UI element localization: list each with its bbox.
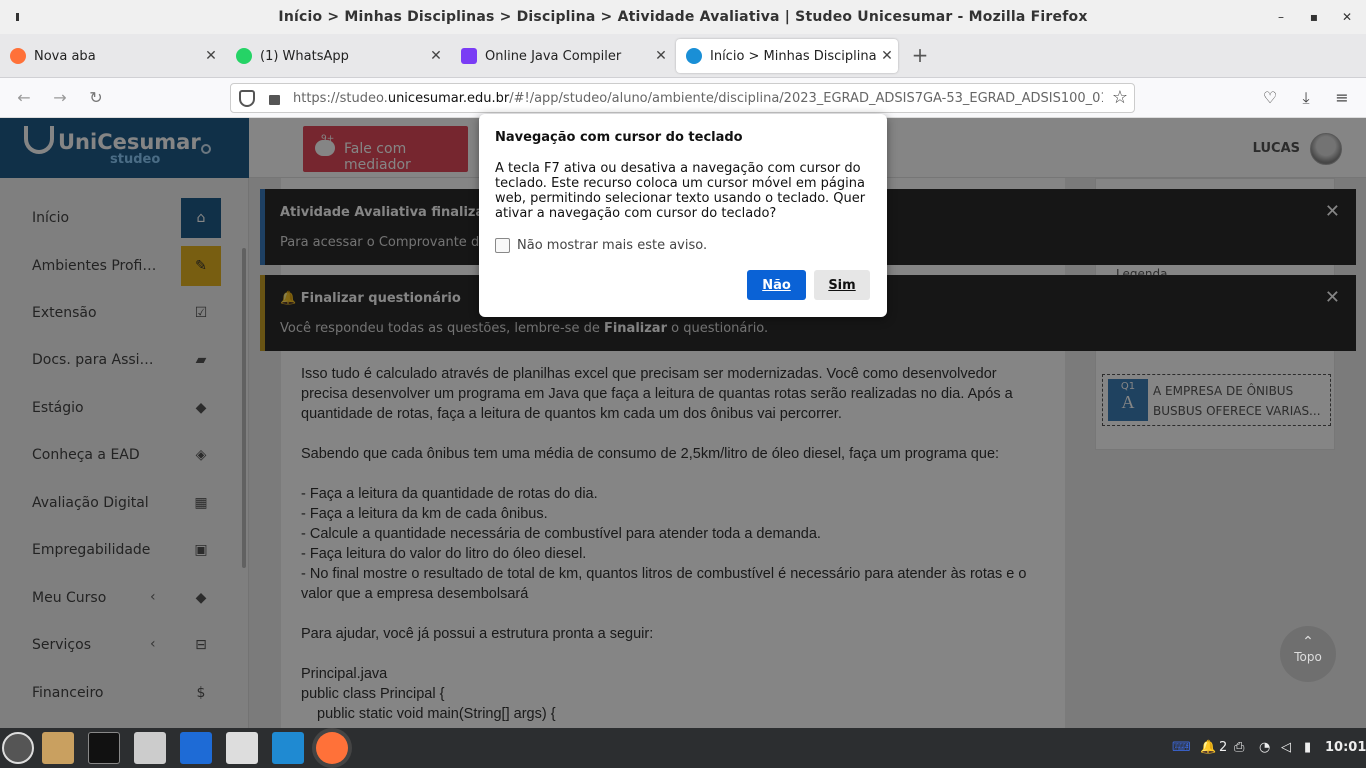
url-text[interactable]: https://studeo.unicesumar.edu.br/#!/app/… — [293, 91, 1103, 106]
tab-strip: Nova aba ✕ (1) WhatsApp ✕ Online Java Co… — [0, 34, 1366, 78]
archive-icon[interactable] — [134, 732, 166, 764]
window-titlebar: Início > Minhas Disciplinas > Disciplina… — [0, 0, 1366, 34]
url-path: /#!/app/studeo/aluno/ambiente/disciplina… — [509, 91, 1103, 106]
forward-icon[interactable]: → — [48, 86, 72, 110]
arrow-up-icon: ⌃ — [1302, 634, 1314, 650]
close-tab-icon[interactable]: ✕ — [425, 48, 447, 64]
yes-button[interactable]: Sim — [814, 270, 870, 300]
pocket-icon[interactable]: ♡ — [1258, 86, 1282, 110]
notification-count: 2 — [1219, 740, 1228, 755]
notification-icon[interactable]: 🔔 — [1200, 740, 1216, 755]
dont-show-again-checkbox[interactable]: Não mostrar mais este aviso. — [495, 238, 707, 253]
minimize-icon[interactable]: – — [1264, 0, 1298, 34]
no-button[interactable]: Não — [747, 270, 806, 300]
system-monitor-icon[interactable] — [226, 732, 258, 764]
checkbox[interactable] — [495, 238, 510, 253]
tab-label: (1) WhatsApp — [260, 48, 349, 64]
dialog-title: Navegação com cursor do teclado — [495, 130, 743, 145]
close-tab-icon[interactable]: ✕ — [200, 48, 222, 64]
close-tab-icon[interactable]: ✕ — [650, 48, 672, 64]
bookmark-star-icon[interactable]: ☆ — [1112, 87, 1128, 108]
close-tab-icon[interactable]: ✕ — [876, 48, 898, 64]
tab-studeo[interactable]: Início > Minhas Disciplinas ✕ — [676, 39, 898, 73]
navigation-bar: ← → ↻ https://studeo.unicesumar.edu.br/#… — [0, 78, 1366, 118]
clock: 10:01 — [1325, 740, 1366, 755]
download-icon[interactable]: ⤓ — [1294, 86, 1318, 110]
caret-browsing-dialog: Navegação com cursor do teclado A tecla … — [479, 114, 887, 317]
battery-icon[interactable]: ▮ — [1304, 740, 1311, 755]
tab-whatsapp[interactable]: (1) WhatsApp ✕ — [226, 39, 447, 73]
compiler-icon — [461, 48, 477, 64]
tab-java-compiler[interactable]: Online Java Compiler ✕ — [451, 39, 672, 73]
keyboard-layout-icon[interactable]: ⌨ — [1172, 740, 1191, 755]
window-title: Início > Minhas Disciplinas > Disciplina… — [278, 9, 1088, 25]
vscode-icon[interactable] — [272, 732, 304, 764]
writer-icon[interactable] — [180, 732, 212, 764]
menu-icon[interactable]: ≡ — [1330, 86, 1354, 110]
file-manager-icon[interactable] — [42, 732, 74, 764]
new-tab-icon[interactable]: + — [908, 44, 932, 68]
studeo-icon — [686, 48, 702, 64]
wifi-icon[interactable]: ◔ — [1259, 740, 1270, 755]
taskbar: ⌨ 🔔 2 ⎙ ◔ ◁ ▮ 10:01 — [0, 728, 1366, 768]
maximize-icon[interactable]: ▪ — [1297, 0, 1331, 34]
topo-label: Topo — [1294, 650, 1322, 664]
volume-icon[interactable]: ◁ — [1281, 740, 1291, 755]
whatsapp-icon — [236, 48, 252, 64]
dialog-body: A tecla F7 ativa ou desativa a navegação… — [495, 161, 866, 221]
window-menu-icon[interactable] — [14, 10, 20, 24]
firefox-icon — [10, 48, 26, 64]
url-prefix: https://studeo. — [293, 91, 388, 106]
reload-icon[interactable]: ↻ — [84, 86, 108, 110]
terminal-icon[interactable] — [88, 732, 120, 764]
shield-icon[interactable] — [239, 90, 255, 107]
firefox-taskbar-icon[interactable] — [316, 732, 348, 764]
tab-label: Nova aba — [34, 48, 96, 64]
app-launcher-icon[interactable] — [2, 732, 34, 764]
printer-icon[interactable]: ⎙ — [1234, 740, 1244, 755]
tab-nova-aba[interactable]: Nova aba ✕ — [0, 39, 222, 73]
url-domain: unicesumar.edu.br — [387, 91, 510, 106]
lock-icon[interactable] — [269, 95, 280, 105]
tab-label: Início > Minhas Disciplinas — [710, 48, 876, 64]
checkbox-label: Não mostrar mais este aviso. — [517, 238, 708, 253]
url-bar[interactable]: https://studeo.unicesumar.edu.br/#!/app/… — [230, 83, 1135, 113]
tab-label: Online Java Compiler — [485, 48, 622, 64]
topo-button[interactable]: ⌃ Topo — [1280, 626, 1336, 682]
back-icon[interactable]: ← — [12, 86, 36, 110]
close-window-icon[interactable]: ✕ — [1330, 0, 1364, 34]
